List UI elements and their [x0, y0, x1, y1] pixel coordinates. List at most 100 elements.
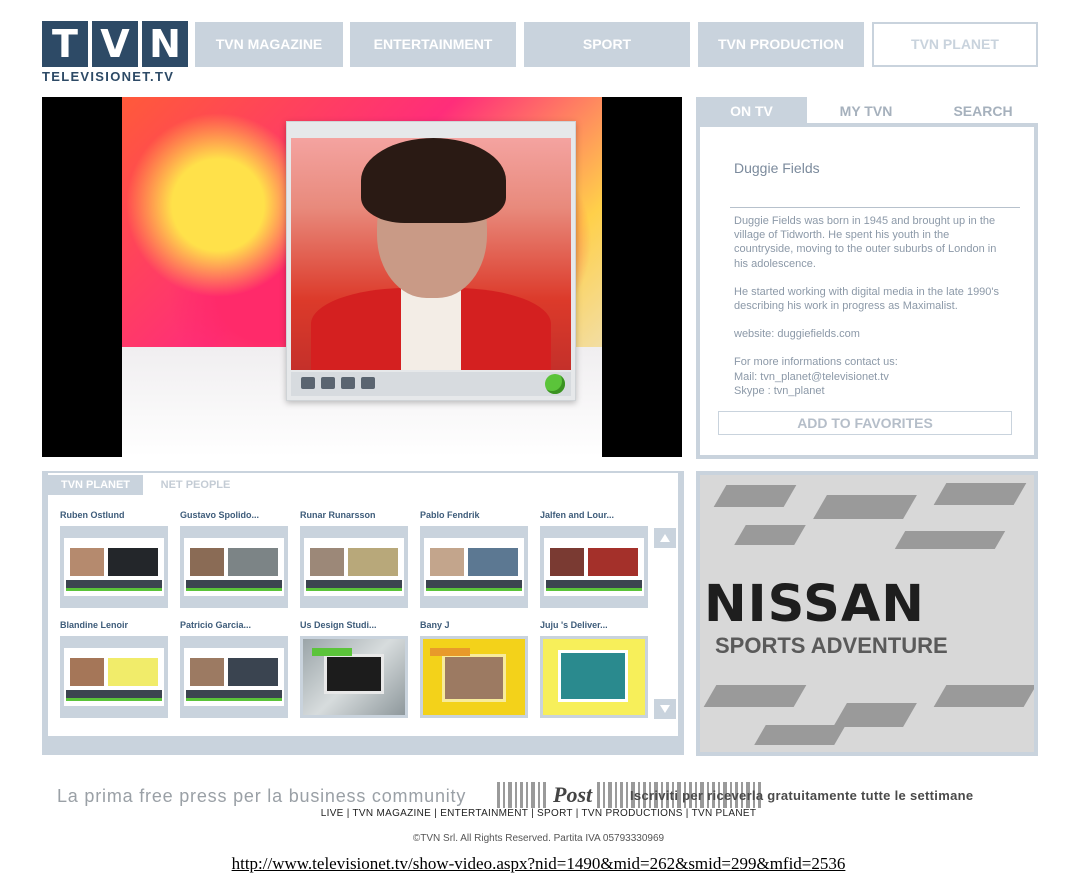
fullscreen-icon[interactable]	[361, 377, 375, 389]
video-thumbnail[interactable]	[300, 526, 408, 608]
video-title[interactable]: Pablo Fendrik	[420, 510, 528, 523]
video-thumbnail[interactable]	[300, 636, 408, 718]
video-item[interactable]: Pablo Fendrik	[420, 510, 528, 608]
video-title[interactable]: Gustavo Spolido...	[180, 510, 288, 523]
thumbnail-scene	[108, 548, 158, 576]
thumbnail-bar	[186, 580, 282, 588]
video-item[interactable]: Patricio Garcia...	[180, 620, 288, 718]
tab-tvn-planet[interactable]: TVN PLANET	[48, 475, 143, 495]
thumbnail-progress	[306, 588, 402, 591]
footer-link-tvn-planet[interactable]: TVN PLANET	[692, 808, 757, 819]
video-item[interactable]: Juju 's Deliver...	[540, 620, 648, 718]
description-paragraph: He started working with digital media in…	[734, 285, 1000, 313]
footer-link-live[interactable]: LIVE	[321, 808, 344, 819]
planet-panel: TVN PLANET NET PEOPLE Ruben Ostlund Gust…	[42, 471, 684, 755]
ad-decoration	[933, 685, 1034, 707]
thumbnail-card	[304, 538, 404, 596]
scroll-up-button[interactable]	[654, 528, 676, 548]
thumbnail-bar	[186, 690, 282, 698]
video-thumbnail[interactable]	[180, 526, 288, 608]
thumbnail-scene	[442, 654, 506, 702]
video-thumbnail[interactable]	[420, 636, 528, 718]
footer-link-entertainment[interactable]: ENTERTAINMENT	[440, 808, 528, 819]
ad-decoration	[754, 725, 846, 745]
video-thumbnail[interactable]	[540, 636, 648, 718]
video-item[interactable]: Gustavo Spolido...	[180, 510, 288, 608]
thumbnail-scene	[558, 650, 628, 702]
volume-icon[interactable]	[341, 377, 355, 389]
thumbnail-badge	[430, 648, 470, 656]
video-item[interactable]: Bany J	[420, 620, 528, 718]
site-logo[interactable]: T V N TELEVISIONET.TV	[42, 21, 188, 84]
planet-content: TVN PLANET NET PEOPLE Ruben Ostlund Gust…	[48, 473, 678, 736]
divider	[730, 207, 1020, 208]
video-title[interactable]: Ruben Ostlund	[60, 510, 168, 523]
video-thumbnail[interactable]	[60, 526, 168, 608]
nav-entertainment[interactable]: ENTERTAINMENT	[350, 22, 516, 67]
video-item[interactable]: Blandine Lenoir	[60, 620, 168, 718]
video-title[interactable]: Runar Runarsson	[300, 510, 408, 523]
video-title[interactable]: Patricio Garcia...	[180, 620, 288, 633]
scroll-down-button[interactable]	[654, 699, 676, 719]
footer-link-sport[interactable]: SPORT	[537, 808, 573, 819]
video-player[interactable]	[42, 97, 682, 457]
thumbnail-progress	[66, 698, 162, 701]
video-title[interactable]: Bany J	[420, 620, 528, 633]
video-item[interactable]: Us Design Studi...	[300, 620, 408, 718]
tab-search[interactable]: SEARCH	[928, 97, 1038, 125]
promo-subscribe[interactable]: Iscriviti per riceverla gratuitamente tu…	[630, 788, 973, 803]
promo-brand: Post	[552, 782, 593, 807]
logo-letter-t: T	[42, 21, 88, 67]
nav-sport[interactable]: SPORT	[524, 22, 690, 67]
thumbnail-scene	[468, 548, 518, 576]
video-title[interactable]: Blandine Lenoir	[60, 620, 168, 633]
website-link[interactable]: website: duggiefields.com	[734, 327, 1010, 341]
thumbnail-badge	[312, 648, 352, 656]
tab-net-people[interactable]: NET PEOPLE	[148, 475, 243, 495]
nav-tvn-production[interactable]: TVN PRODUCTION	[698, 22, 864, 67]
tab-my-tvn[interactable]: MY TVN	[811, 97, 921, 125]
nav-tvn-magazine[interactable]: TVN MAGAZINE	[195, 22, 343, 67]
video-thumbnail[interactable]	[540, 526, 648, 608]
rewind-icon[interactable]	[301, 377, 315, 389]
thumbnail-progress	[186, 698, 282, 701]
thumbnail-face	[70, 548, 104, 576]
add-to-favorites-button[interactable]: ADD TO FAVORITES	[718, 411, 1012, 435]
video-title[interactable]: Jalfen and Lour...	[540, 510, 648, 523]
video-item[interactable]: Ruben Ostlund	[60, 510, 168, 608]
promo-banner[interactable]: La prima free press per la business comm…	[57, 782, 1019, 808]
footer-link-tvn-productions[interactable]: TVN PRODUCTIONS	[582, 808, 683, 819]
video-thumbnail[interactable]	[420, 526, 528, 608]
video-title[interactable]: Us Design Studi...	[300, 620, 408, 633]
pause-icon[interactable]	[321, 377, 335, 389]
thumbnail-scene	[108, 658, 158, 686]
footer-link-tvn-magazine[interactable]: TVN MAGAZINE	[353, 808, 432, 819]
contact-skype[interactable]: Skype : tvn_planet	[734, 384, 1010, 398]
tab-on-tv[interactable]: ON TV	[696, 97, 807, 125]
ad-decoration	[713, 485, 797, 507]
thumbnail-bar	[66, 690, 162, 698]
program-title: Duggie Fields	[734, 160, 820, 176]
contact-mail[interactable]: Mail: tvn_planet@televisionet.tv	[734, 370, 1010, 384]
play-icon[interactable]	[545, 374, 565, 394]
page-url[interactable]: http://www.televisionet.tv/show-video.as…	[0, 854, 1077, 874]
thumbnail-face	[190, 658, 224, 686]
thumbnail-card	[64, 538, 164, 596]
video-title[interactable]: Juju 's Deliver...	[540, 620, 648, 633]
nav-tvn-planet[interactable]: TVN PLANET	[872, 22, 1038, 67]
thumbnail-progress	[186, 588, 282, 591]
advertisement[interactable]: NISSAN SPORTS ADVENTURE	[696, 471, 1038, 756]
video-item[interactable]: Jalfen and Lour...	[540, 510, 648, 608]
logo-letter-v: V	[92, 21, 138, 67]
thumbnail-scene	[348, 548, 398, 576]
video-thumbnail[interactable]	[180, 636, 288, 718]
footer-nav: LIVE | TVN MAGAZINE | ENTERTAINMENT | SP…	[320, 808, 757, 819]
video-thumbnail[interactable]	[60, 636, 168, 718]
ad-decoration	[734, 525, 806, 545]
thumbnail-bar	[306, 580, 402, 588]
logo-letter-n: N	[142, 21, 188, 67]
video-item[interactable]: Runar Runarsson	[300, 510, 408, 608]
ad-tagline: SPORTS ADVENTURE	[715, 633, 948, 658]
portrait-shirt	[401, 288, 461, 370]
ad-decoration	[894, 531, 1006, 549]
